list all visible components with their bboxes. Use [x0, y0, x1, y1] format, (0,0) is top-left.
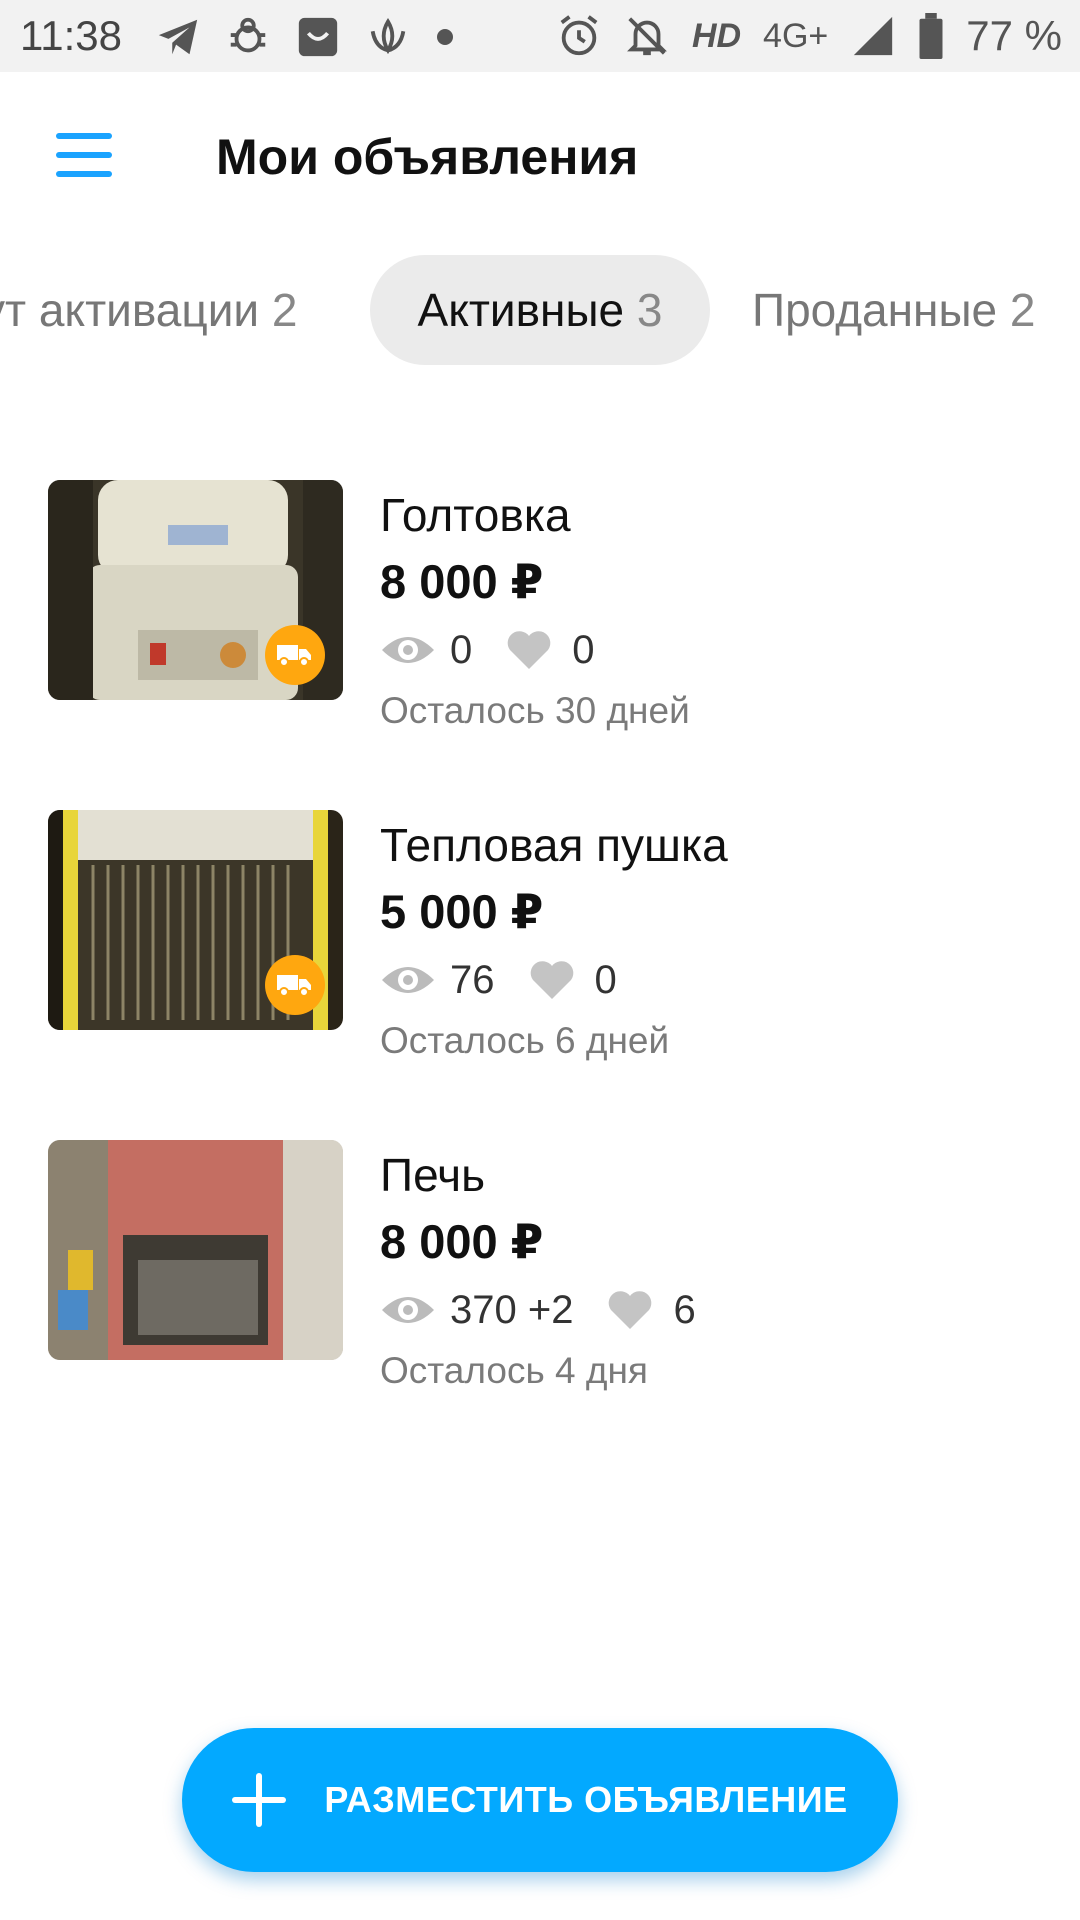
- likes-count: 6: [673, 1287, 696, 1332]
- tab-count: 3: [636, 284, 663, 336]
- listing-stats: 370 +2 6: [380, 1282, 696, 1338]
- listing-title: Голтовка: [380, 489, 571, 541]
- delivery-badge: [265, 625, 325, 685]
- truck-icon: [277, 645, 311, 667]
- tab-label: Проданные: [752, 284, 998, 336]
- listing-item[interactable]: Тепловая пушка 5 000 ₽ 76 0 Осталось 6 д…: [0, 810, 1080, 1061]
- tab-active[interactable]: Активные 3: [370, 255, 710, 365]
- eye-icon: [382, 1297, 434, 1323]
- tab-label: Активные: [417, 284, 625, 336]
- truck-icon: [277, 975, 311, 997]
- tab-count: 2: [271, 284, 298, 336]
- battery-percent: 77 %: [966, 12, 1062, 59]
- post-listing-label: РАЗМЕСТИТЬ ОБЪЯВЛЕНИЕ: [324, 1779, 848, 1820]
- tab-count: 2: [1009, 284, 1036, 336]
- delivery-badge: [265, 955, 325, 1015]
- heart-icon: [530, 961, 573, 999]
- hd-indicator: HD: [691, 16, 742, 55]
- shopping-bag-icon: [298, 17, 338, 57]
- page-title: Мои объявления: [216, 129, 639, 185]
- heart-icon: [609, 1291, 652, 1329]
- listing-title: Печь: [380, 1149, 486, 1201]
- tab-bar: ут активации 2 Активные 3 Проданные 2: [0, 255, 1080, 365]
- views-count: 370 +2: [450, 1287, 574, 1332]
- heart-icon: [507, 631, 551, 669]
- remaining-days: Осталось 30 дней: [380, 690, 690, 731]
- listing-item[interactable]: Печь 8 000 ₽ 370 +2 6 Осталось 4 дня: [0, 1140, 1080, 1391]
- mute-icon: [626, 17, 667, 56]
- alarm-icon: [560, 15, 598, 56]
- menu-icon[interactable]: [56, 133, 112, 179]
- battery-icon: [919, 13, 943, 59]
- listing-price: 8 000 ₽: [380, 1215, 544, 1268]
- status-time: 11:38: [20, 12, 122, 59]
- views-count: 0: [450, 627, 473, 672]
- eye-icon: [382, 967, 434, 993]
- status-bar: 11:38 HD 4G+ 77 %: [0, 0, 1080, 72]
- listing-photo: [48, 1140, 343, 1360]
- remaining-days: Осталось 4 дня: [380, 1350, 648, 1391]
- network-type: 4G+: [763, 16, 829, 55]
- likes-count: 0: [572, 627, 595, 672]
- views-count: 76: [450, 957, 495, 1002]
- signal-icon: [854, 16, 893, 56]
- listing-price: 8 000 ₽: [380, 555, 544, 608]
- post-listing-button[interactable]: РАЗМЕСТИТЬ ОБЪЯВЛЕНИЕ: [182, 1728, 898, 1872]
- remaining-days: Осталось 6 дней: [380, 1020, 670, 1061]
- dot-icon: [437, 29, 453, 45]
- listing-title: Тепловая пушка: [380, 819, 728, 871]
- telegram-icon: [158, 19, 198, 55]
- bug-icon: [230, 17, 266, 53]
- lotus-icon: [370, 17, 406, 55]
- tab-pending-activation[interactable]: ут активации 2: [0, 255, 297, 365]
- tab-sold[interactable]: Проданные 2: [752, 255, 1035, 365]
- listing-stats: 0 0: [380, 622, 595, 678]
- likes-count: 0: [594, 957, 617, 1002]
- eye-icon: [382, 637, 434, 663]
- system-icons: HD 4G+ 77 %: [556, 12, 1062, 60]
- notification-icons: [155, 14, 455, 60]
- listing-price: 5 000 ₽: [380, 885, 544, 938]
- listing-stats: 76 0: [380, 952, 617, 1008]
- tab-label: ут активации: [0, 284, 260, 336]
- listing-item[interactable]: Голтовка 8 000 ₽ 0 0 Осталось 30 дней: [0, 480, 1080, 731]
- plus-icon: [232, 1773, 287, 1827]
